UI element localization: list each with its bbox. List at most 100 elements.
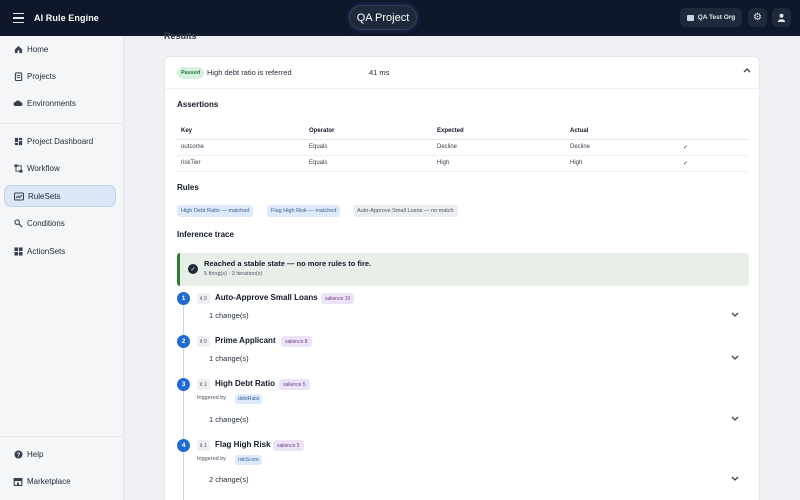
home-icon — [13, 44, 23, 54]
sidebar-item-workflow[interactable]: Workflow — [4, 157, 116, 179]
triggered-by-chip: riskScore — [235, 455, 262, 465]
cell-actual: Decline — [566, 139, 679, 156]
building-icon — [686, 14, 694, 21]
table-header-row: Key Operator Expected Actual — [177, 123, 749, 140]
sidebar-item-environments[interactable]: Environments — [4, 92, 116, 114]
inference-trace-title: Inference trace — [177, 230, 234, 239]
check-icon: ✓ — [679, 155, 749, 172]
result-title: High debt ratio is referred — [207, 68, 292, 77]
column-header: Actual — [566, 123, 679, 140]
sidebar-item-label: Marketplace — [27, 476, 71, 486]
top-bar: AI Rule Engine QA Project QA Test Org ⚙ — [0, 0, 800, 36]
rules-title: Rules — [177, 183, 199, 192]
sidebar-item-label: Conditions — [27, 218, 65, 228]
sidebar-item-rulesets[interactable]: RuleSets — [4, 185, 116, 207]
result-card-header[interactable]: Passed High debt ratio is referred 41 ms — [165, 57, 761, 89]
status-badge: Passed — [177, 67, 205, 79]
help-icon: ? — [13, 449, 23, 459]
dashboard-icon — [13, 136, 23, 146]
step-number: 3 — [177, 378, 190, 391]
sidebar-item-label: RuleSets — [28, 191, 61, 201]
sidebar-item-label: Environments — [27, 98, 76, 108]
iteration-chip: it 1 — [197, 379, 210, 390]
conditions-icon — [13, 218, 23, 228]
sidebar-item-projects[interactable]: Projects — [4, 65, 116, 87]
iteration-chip: it 0 — [197, 336, 210, 347]
column-header — [679, 123, 749, 140]
iteration-chip: it 1 — [197, 440, 210, 451]
step-rule-name: Auto-Approve Small Loans — [215, 293, 318, 302]
cell-key: outcome — [177, 139, 305, 156]
triggered-by-chip: debtRatio — [235, 394, 263, 404]
svg-text:?: ? — [16, 452, 20, 458]
check-icon: ✓ — [679, 139, 749, 156]
cell-operator: Equals — [305, 139, 433, 156]
sidebar-divider — [0, 436, 124, 437]
rule-chip: Auto-Approve Small Loans — no match — [353, 205, 458, 217]
sidebar-item-label: Project Dashboard — [27, 136, 94, 146]
chevron-up-icon[interactable] — [743, 66, 751, 75]
project-selector[interactable]: QA Project — [349, 5, 417, 30]
sidebar-item-project-dashboard[interactable]: Project Dashboard — [4, 130, 116, 152]
clipboard-icon — [13, 71, 23, 81]
sidebar-item-label: Help — [27, 449, 44, 459]
step-number: 4 — [177, 439, 190, 452]
chevron-down-icon[interactable] — [731, 311, 739, 320]
rule-chip: Flag High Risk — matched — [267, 205, 341, 217]
column-header: Expected — [433, 123, 566, 140]
sidebar-item-conditions[interactable]: Conditions — [4, 212, 116, 234]
stable-state-title: Reached a stable state — no more rules t… — [204, 259, 372, 268]
table-row: riskTier Equals High High ✓ — [177, 155, 749, 172]
account-button[interactable] — [772, 8, 791, 27]
salience-chip: salience 8 — [281, 336, 312, 347]
changes-toggle[interactable]: 2 change(s) — [209, 475, 249, 484]
sidebar: Home Projects Environments Project Dashb… — [0, 36, 124, 500]
changes-toggle[interactable]: 1 change(s) — [209, 311, 249, 320]
column-header: Operator — [305, 123, 433, 140]
chevron-down-icon[interactable] — [731, 415, 739, 424]
result-card: Passed High debt ratio is referred 41 ms… — [164, 56, 761, 500]
triggered-by-label: triggered by — [197, 456, 227, 462]
column-header: Key — [177, 123, 305, 140]
step-rule-name: Flag High Risk — [215, 440, 271, 449]
main-content: Results Passed High debt ratio is referr… — [124, 31, 800, 500]
cloud-icon — [13, 98, 23, 108]
sidebar-item-home[interactable]: Home — [4, 38, 116, 60]
stable-state-alert: ✓ Reached a stable state — no more rules… — [177, 253, 749, 286]
timeline-line — [183, 299, 184, 500]
workflow-icon — [13, 163, 23, 173]
rule-chip: High Debt Ratio — matched — [177, 205, 254, 217]
stable-state-summary: 5 firing(s) · 3 iteration(s) — [204, 271, 263, 277]
sidebar-item-label: Home — [27, 44, 49, 54]
table-row: outcome Equals Decline Decline ✓ — [177, 139, 749, 156]
changes-toggle[interactable]: 1 change(s) — [209, 354, 249, 363]
chevron-down-icon[interactable] — [731, 475, 739, 484]
org-selector[interactable]: QA Test Org — [680, 8, 742, 27]
org-label: QA Test Org — [697, 14, 736, 21]
changes-toggle[interactable]: 1 change(s) — [209, 415, 249, 424]
step-number: 2 — [177, 335, 190, 348]
gear-icon: ⚙ — [753, 12, 762, 23]
menu-icon[interactable] — [10, 9, 28, 27]
settings-button[interactable]: ⚙ — [748, 8, 767, 27]
marketplace-icon — [13, 476, 23, 486]
sidebar-item-label: Projects — [27, 71, 56, 81]
chevron-down-icon[interactable] — [731, 354, 739, 363]
cell-expected: High — [433, 155, 566, 172]
cell-expected: Decline — [433, 139, 566, 156]
sidebar-divider — [0, 123, 124, 124]
iteration-chip: it 0 — [197, 293, 210, 304]
triggered-by-label: triggered by — [197, 395, 227, 401]
sidebar-item-help[interactable]: ? Help — [4, 443, 116, 465]
sidebar-item-marketplace[interactable]: Marketplace — [4, 470, 116, 492]
step-number: 1 — [177, 292, 190, 305]
results-title: Results — [164, 31, 197, 41]
user-icon — [777, 13, 786, 22]
salience-chip: salience 5 — [273, 440, 304, 451]
check-circle-icon: ✓ — [188, 264, 198, 274]
cell-key: riskTier — [177, 155, 305, 172]
sidebar-item-label: Workflow — [27, 163, 60, 173]
sidebar-item-actionsets[interactable]: ActionSets — [4, 240, 116, 262]
actionsets-icon — [13, 246, 23, 256]
ruleset-icon — [14, 191, 24, 201]
